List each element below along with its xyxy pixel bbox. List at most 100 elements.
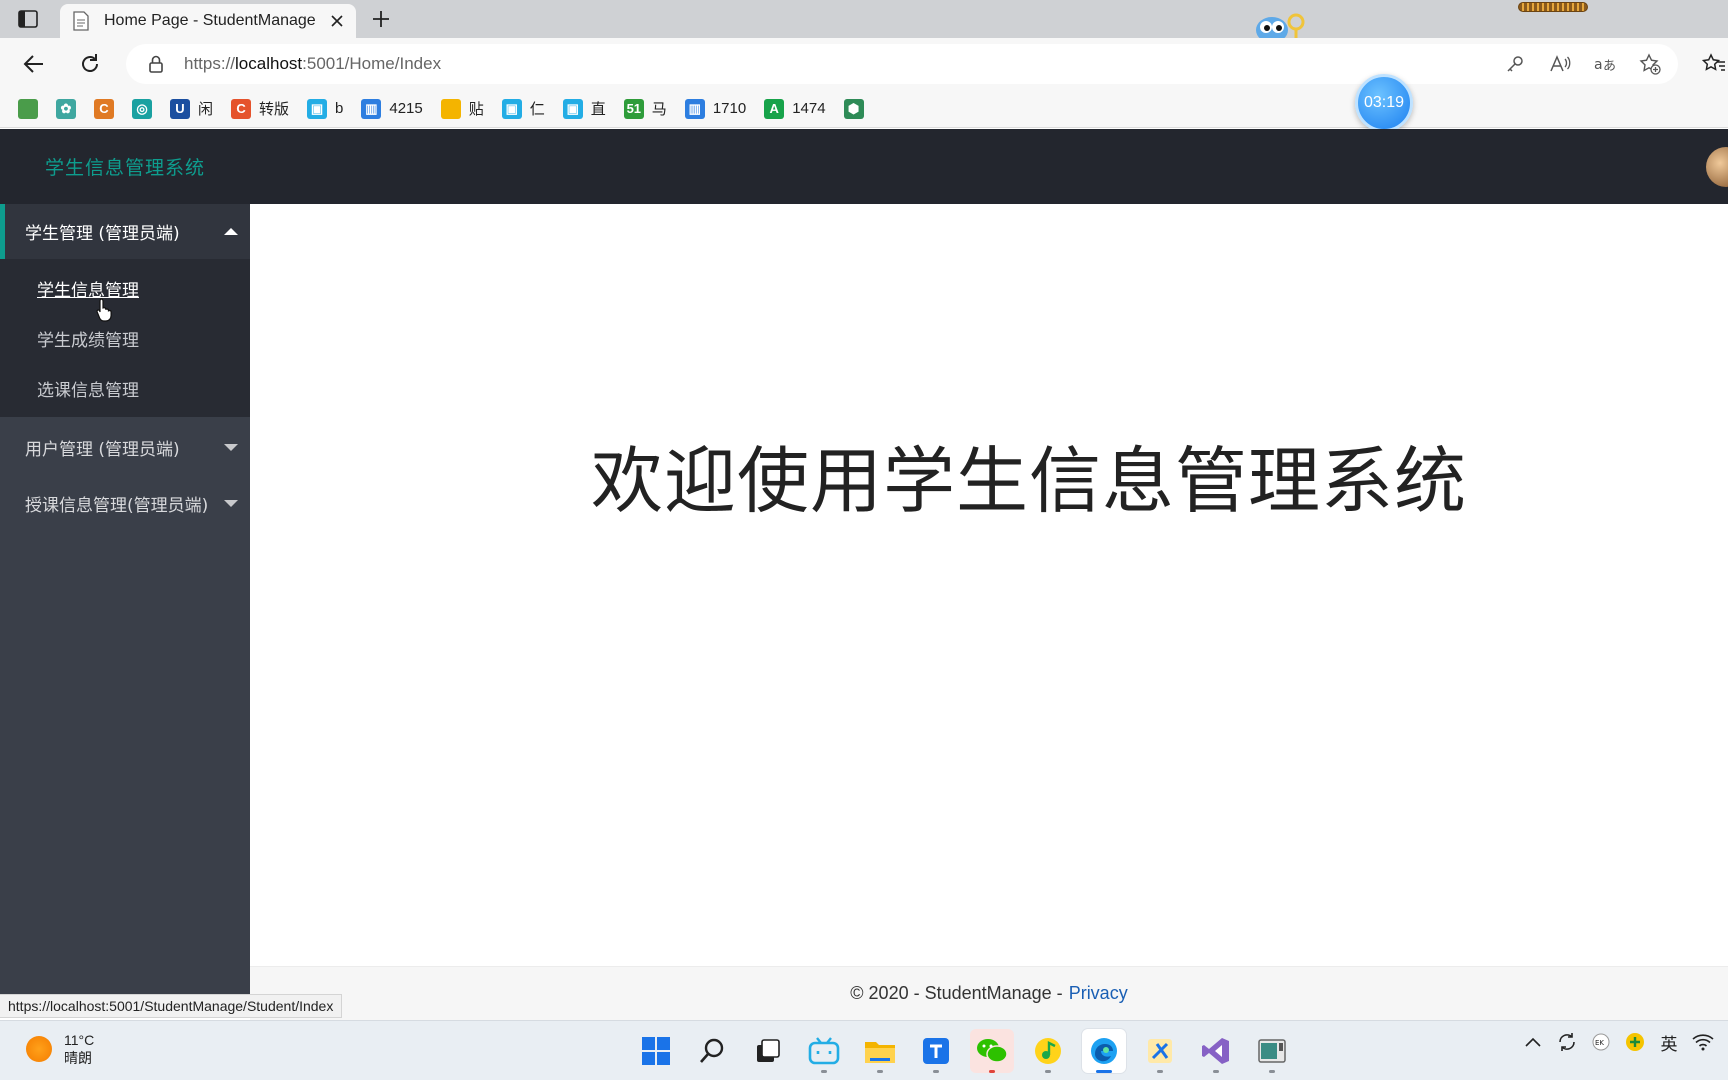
wechat-icon[interactable] [970,1029,1014,1073]
sidebar-item-student-grades[interactable]: 学生成绩管理 [0,313,250,363]
bilibili-icon: ▣ [501,98,522,119]
bookmark-item[interactable]: ✿ [56,94,76,124]
nav-title-student-management[interactable]: 学生管理 (管理员端) [0,204,250,259]
key-icon[interactable] [1500,50,1529,79]
visual-studio-icon[interactable] [1194,1029,1238,1073]
bookmark-label: 1474 [792,100,826,117]
media-meter [1518,2,1588,12]
translator-icon[interactable] [914,1029,958,1073]
bookmark-item[interactable]: ⬢ [843,94,864,124]
gear-flower-icon: ✿ [56,98,76,119]
bookmark-label: 转版 [259,101,290,118]
51-icon: 51 [623,98,644,119]
note-icon [440,98,461,119]
search-icon[interactable] [690,1029,734,1073]
weather-widget[interactable]: 11°C 晴朗 [26,1031,94,1067]
add-favorite-icon[interactable] [1635,50,1664,79]
bookmark-item[interactable]: ▣ b [307,94,343,124]
privacy-link[interactable]: Privacy [1069,983,1128,1004]
caret-up-icon [224,227,238,235]
sun-icon [26,1036,52,1062]
terminal-icon[interactable] [1250,1029,1294,1073]
bookmark-label: 贴 [468,101,484,118]
sync-icon[interactable] [1556,1031,1578,1053]
status-url-tooltip: https://localhost:5001/StudentManage/Stu… [0,994,343,1018]
a-green-icon: A [764,98,785,119]
bookmark-item[interactable]: C 转版 [231,94,289,124]
bookmark-item[interactable]: A 1474 [764,94,826,124]
tools-icon[interactable] [1138,1029,1182,1073]
nav-group-user: 用户管理 (管理员端) [0,420,250,474]
ime-badge-icon[interactable]: EK [1590,1031,1612,1053]
bookmark-label: 直 [590,101,606,118]
address-bar[interactable]: https://localhost:5001/Home/Index aあ [126,44,1678,84]
back-arrow-icon[interactable] [20,50,48,78]
music-icon[interactable] [1026,1029,1070,1073]
caret-down-icon [224,500,238,507]
bookmark-label: 马 [651,101,667,118]
bookmark-item[interactable]: ◎ [132,94,152,124]
browser-tab-strip: Home Page - StudentManage [0,0,1728,43]
system-tray: EK 英 [1522,1031,1728,1054]
wifi-icon[interactable] [1692,1031,1714,1053]
taskbar-apps [634,1029,1294,1073]
timer-bubble[interactable]: 03:19 [1355,74,1413,132]
nav-children-student: 学生信息管理 学生成绩管理 选课信息管理 [0,259,250,417]
bookmark-item[interactable]: 贴 [440,94,484,124]
bookmark-item[interactable]: 51 马 [623,94,667,124]
bookmark-label: b [335,100,344,117]
new-tab-icon[interactable] [370,8,392,30]
mouse-cursor-icon [96,298,112,322]
task-view-icon[interactable] [746,1029,790,1073]
bookmark-item[interactable]: ▣ 仁 [501,94,545,124]
bookmark-item[interactable]: U闲 [170,94,213,124]
lock-icon[interactable] [148,55,164,73]
nav-title-user-management[interactable]: 用户管理 (管理员端) [0,420,250,474]
bilibili-icon: ▣ [562,98,583,119]
tab-title: Home Page - StudentManage [104,12,316,29]
read-aloud-icon[interactable] [1545,50,1574,79]
browser-toolbar: https://localhost:5001/Home/Index aあ [0,38,1728,90]
bookmark-item[interactable]: ▥ 4215 [361,94,423,124]
sidebar-item-course-selection[interactable]: 选课信息管理 [0,363,250,413]
svg-text:a: a [1594,57,1603,73]
weather-desc: 晴朗 [64,1050,92,1066]
avatar[interactable] [1706,147,1728,187]
swirl-icon: ◎ [132,98,152,119]
url-text[interactable]: https://localhost:5001/Home/Index [184,54,441,74]
book-icon: ▥ [684,98,705,119]
page-footer: © 2020 - StudentManage - Privacy [250,966,1728,1020]
app-header: 学生信息管理系统 [0,129,1728,204]
bookmark-item[interactable]: C [94,94,114,124]
bookmark-item[interactable]: ▣ 直 [562,94,606,124]
bookmark-item[interactable] [18,94,38,124]
nav-group-teaching: 授课信息管理(管理员端) [0,474,250,532]
plus-circle-icon[interactable] [1624,1031,1646,1053]
favorites-icon[interactable] [1700,50,1728,78]
bookmark-label: 闲 [198,101,214,118]
tab-actions-icon[interactable] [16,8,40,30]
caret-down-icon [224,444,238,451]
nav-title-label: 学生管理 (管理员端) [25,224,180,244]
footer-copyright: © 2020 - StudentManage - [850,983,1063,1003]
bookmark-item[interactable]: ▥ 1710 [684,94,746,124]
ime-language[interactable]: 英 [1658,1031,1680,1054]
app-logo[interactable]: 学生信息管理系统 [45,153,205,180]
edge-icon[interactable] [1082,1029,1126,1073]
chevron-up-icon[interactable] [1522,1031,1544,1053]
bilibili-icon: ▣ [307,98,328,119]
sidebar-nav: 学生管理 (管理员端) 学生信息管理 学生成绩管理 选课信息管理 用户管理 (管… [0,204,250,1004]
close-icon[interactable] [328,12,346,30]
nav-title-teaching-management[interactable]: 授课信息管理(管理员端) [0,474,250,532]
translate-icon[interactable]: aあ [1590,50,1619,79]
browser-tab[interactable]: Home Page - StudentManage [60,4,356,38]
windows-start-icon[interactable] [634,1029,678,1073]
file-explorer-icon[interactable] [858,1029,902,1073]
refresh-icon[interactable] [76,50,104,78]
nav-title-label: 授课信息管理(管理员端) [25,495,209,516]
bookmark-label: 4215 [389,100,423,117]
bilibili-icon[interactable] [802,1029,846,1073]
nav-title-label: 用户管理 (管理员端) [25,439,180,460]
sidebar-item-student-info[interactable]: 学生信息管理 [0,263,250,313]
page-icon [73,11,89,31]
